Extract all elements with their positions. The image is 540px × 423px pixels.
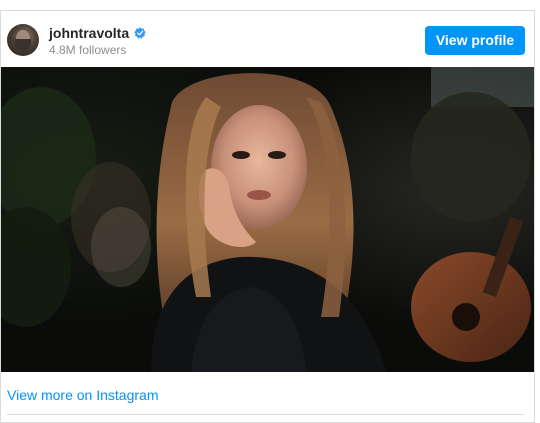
username[interactable]: johntravolta <box>49 24 129 42</box>
verified-badge-icon <box>134 27 146 39</box>
username-row: johntravolta <box>49 24 146 42</box>
post-photo[interactable] <box>1 67 534 372</box>
avatar-beard <box>15 39 31 51</box>
footer-divider <box>7 414 524 415</box>
post-header: johntravolta 4.8M followers View profile <box>1 11 534 67</box>
post-photo-image <box>1 67 534 372</box>
view-profile-button[interactable]: View profile <box>425 26 525 55</box>
view-more-on-instagram-link[interactable]: View more on Instagram <box>7 386 158 404</box>
avatar[interactable] <box>7 24 39 56</box>
instagram-embed: johntravolta 4.8M followers View profile <box>0 10 535 423</box>
follower-count: 4.8M followers <box>49 43 127 57</box>
